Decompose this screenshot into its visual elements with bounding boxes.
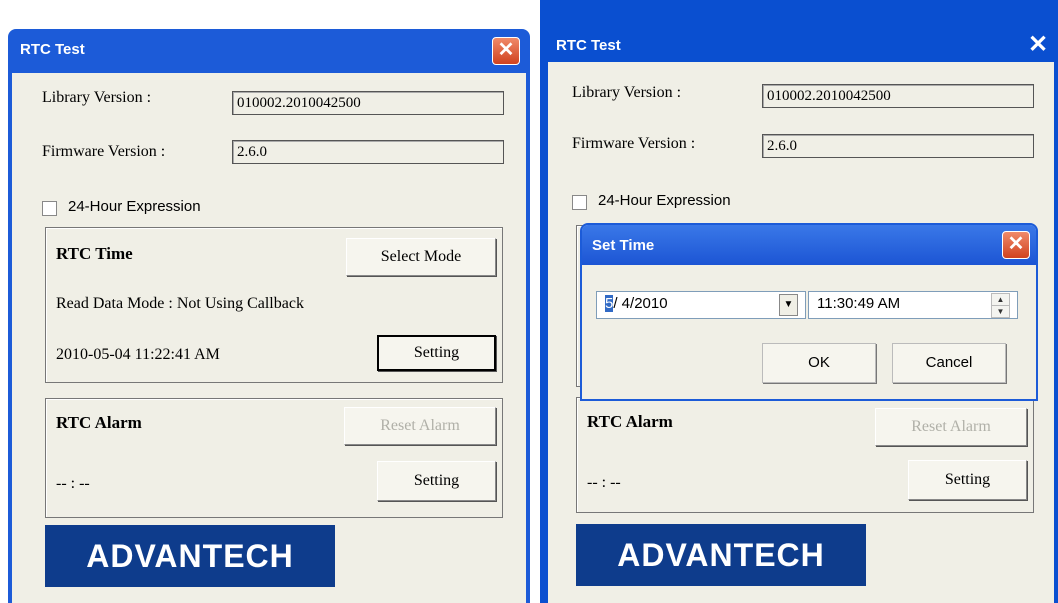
rtc-alarm-setting-button[interactable]: Setting (908, 460, 1027, 500)
hour24-checkbox-label: 24-Hour Expression (598, 192, 731, 209)
firmware-version-field: 2.6.0 (762, 134, 1034, 158)
date-picker[interactable]: 5/ 4/2010 ▼ (596, 291, 806, 319)
select-mode-button[interactable]: Select Mode (346, 238, 496, 276)
reset-alarm-button[interactable]: Reset Alarm (875, 408, 1027, 446)
rtc-alarm-setting-button[interactable]: Setting (377, 461, 496, 501)
spin-down-icon[interactable]: ▼ (991, 305, 1010, 318)
rtc-test-window-left: RTC Test ✕ Library Version : 010002.2010… (0, 0, 538, 603)
rtc-test-window-right: RTC Test ✕ Library Version : 010002.2010… (540, 0, 1058, 603)
firmware-version-field: 2.6.0 (232, 140, 504, 164)
chevron-down-icon[interactable]: ▼ (779, 294, 798, 316)
hour24-checkbox-label: 24-Hour Expression (68, 198, 201, 215)
dialog-title-bar[interactable]: Set Time ✕ (582, 225, 1036, 265)
cancel-button[interactable]: Cancel (892, 343, 1006, 383)
title-bar[interactable]: RTC Test ✕ (540, 0, 1058, 58)
date-rest-text: / 4/2010 (613, 295, 668, 312)
rtc-alarm-group: RTC Alarm Reset Alarm -- : -- Setting (45, 398, 503, 518)
rtc-alarm-group: RTC Alarm Reset Alarm -- : -- Setting (576, 397, 1034, 513)
read-data-mode-text: Read Data Mode : Not Using Callback (56, 295, 304, 312)
close-icon[interactable]: ✕ (492, 37, 520, 65)
library-version-label: Library Version : (42, 89, 152, 106)
window-client: Library Version : 010002.2010042500 Firm… (12, 73, 526, 603)
advantech-logo: ADVANTECH (576, 524, 866, 586)
alarm-time-text: -- : -- (56, 475, 90, 492)
window-client: Library Version : 010002.2010042500 Firm… (548, 62, 1054, 603)
rtc-alarm-title: RTC Alarm (587, 412, 673, 431)
rtc-time-title: RTC Time (56, 244, 133, 263)
library-version-label: Library Version : (572, 84, 682, 101)
rtc-time-group: RTC Time Select Mode Read Data Mode : No… (45, 227, 503, 383)
rtc-alarm-title: RTC Alarm (56, 413, 142, 432)
set-time-dialog: Set Time ✕ 5/ 4/2010 ▼ 11:30:49 AM ▲ ▼ O… (580, 223, 1038, 401)
library-version-field: 010002.2010042500 (232, 91, 504, 115)
rtc-time-setting-button[interactable]: Setting (377, 335, 496, 371)
advantech-logo: ADVANTECH (45, 525, 335, 587)
title-bar[interactable]: RTC Test ✕ (8, 29, 530, 73)
dialog-title: Set Time (592, 237, 655, 254)
time-picker[interactable]: 11:30:49 AM ▲ ▼ (808, 291, 1018, 319)
window-title: RTC Test (20, 41, 85, 58)
hour24-checkbox[interactable] (42, 201, 57, 216)
time-value-text: 11:30:49 AM (817, 295, 901, 312)
rtc-datetime-text: 2010-05-04 11:22:41 AM (56, 346, 220, 363)
ok-button[interactable]: OK (762, 343, 876, 383)
alarm-time-text: -- : -- (587, 474, 621, 491)
library-version-field: 010002.2010042500 (762, 84, 1034, 108)
hour24-checkbox[interactable] (572, 195, 587, 210)
reset-alarm-button[interactable]: Reset Alarm (344, 407, 496, 445)
close-icon[interactable]: ✕ (1028, 30, 1048, 59)
firmware-version-label: Firmware Version : (572, 135, 696, 152)
close-icon[interactable]: ✕ (1002, 231, 1030, 259)
firmware-version-label: Firmware Version : (42, 143, 166, 160)
window-frame: RTC Test ✕ Library Version : 010002.2010… (8, 29, 530, 603)
window-title: RTC Test (556, 37, 621, 54)
